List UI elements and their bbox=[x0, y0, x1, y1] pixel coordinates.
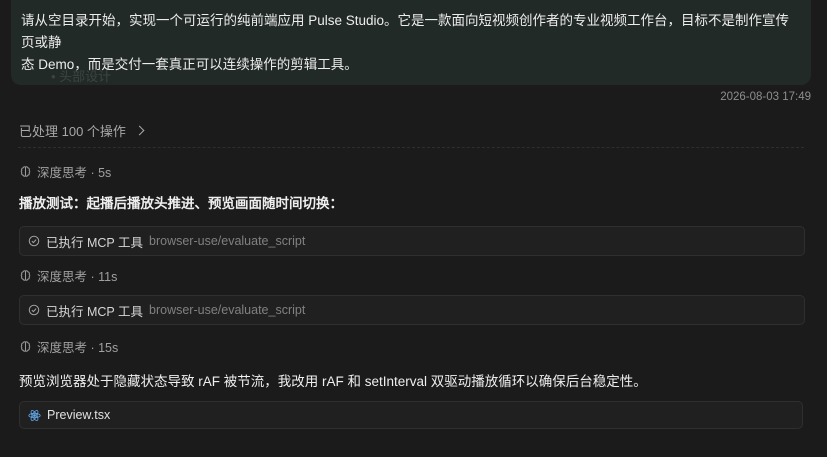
brain-icon bbox=[20, 270, 31, 281]
processed-actions-label: 已处理 100 个操作 bbox=[19, 124, 126, 139]
brain-icon bbox=[20, 341, 31, 352]
tool-call-card-1[interactable]: 已执行 MCP 工具 browser-use/evaluate_script bbox=[19, 226, 805, 256]
processed-actions-toggle[interactable]: 已处理 100 个操作 bbox=[19, 121, 145, 140]
chat-view: 请从空目录开始，实现一个可运行的纯前端应用 Pulse Studio。它是一款面… bbox=[0, 0, 827, 457]
user-message-faded-line: • 头部设计 bbox=[51, 69, 112, 84]
file-attachment-card[interactable]: Preview.tsx bbox=[19, 401, 803, 429]
thinking-step-1-label: 深度思考 · 5s bbox=[37, 166, 112, 180]
chevron-right-icon bbox=[134, 125, 145, 136]
tool-call-card-2[interactable]: 已执行 MCP 工具 browser-use/evaluate_script bbox=[19, 295, 805, 325]
file-name: Preview.tsx bbox=[47, 408, 111, 422]
user-message-bubble: 请从空目录开始，实现一个可运行的纯前端应用 Pulse Studio。它是一款面… bbox=[11, 0, 811, 85]
message-timestamp: 2026-08-03 17:49 bbox=[720, 91, 811, 103]
tool-call-2-name: browser-use/evaluate_script bbox=[149, 303, 306, 317]
user-message-line-1: 请从空目录开始，实现一个可运行的纯前端应用 Pulse Studio。它是一款面… bbox=[21, 13, 790, 50]
check-circle-icon bbox=[28, 304, 40, 316]
react-icon bbox=[28, 409, 41, 421]
thinking-step-2-label: 深度思考 · 11s bbox=[37, 270, 118, 284]
tool-call-1-name: browser-use/evaluate_script bbox=[149, 234, 306, 248]
check-circle-icon bbox=[28, 235, 40, 247]
thinking-step-3-label: 深度思考 · 15s bbox=[37, 341, 119, 355]
divider bbox=[18, 147, 804, 148]
thinking-step-3[interactable]: 深度思考 · 15s bbox=[19, 337, 118, 356]
tool-call-2-label: 已执行 MCP 工具 bbox=[46, 304, 143, 319]
brain-icon bbox=[20, 166, 31, 177]
response-paragraph-1: 播放测试：起播后播放头推进、预览画面随时间切换： bbox=[19, 196, 343, 211]
response-paragraph-2: 预览浏览器处于隐藏状态导致 rAF 被节流，我改用 rAF 和 setInter… bbox=[19, 374, 647, 389]
thinking-step-2[interactable]: 深度思考 · 11s bbox=[19, 266, 117, 285]
user-message-line-2: 态 Demo，而是交付一套真正可以连续操作的剪辑工具。 bbox=[21, 57, 358, 72]
thinking-step-1[interactable]: 深度思考 · 5s bbox=[19, 162, 111, 181]
tool-call-1-label: 已执行 MCP 工具 bbox=[46, 235, 143, 250]
